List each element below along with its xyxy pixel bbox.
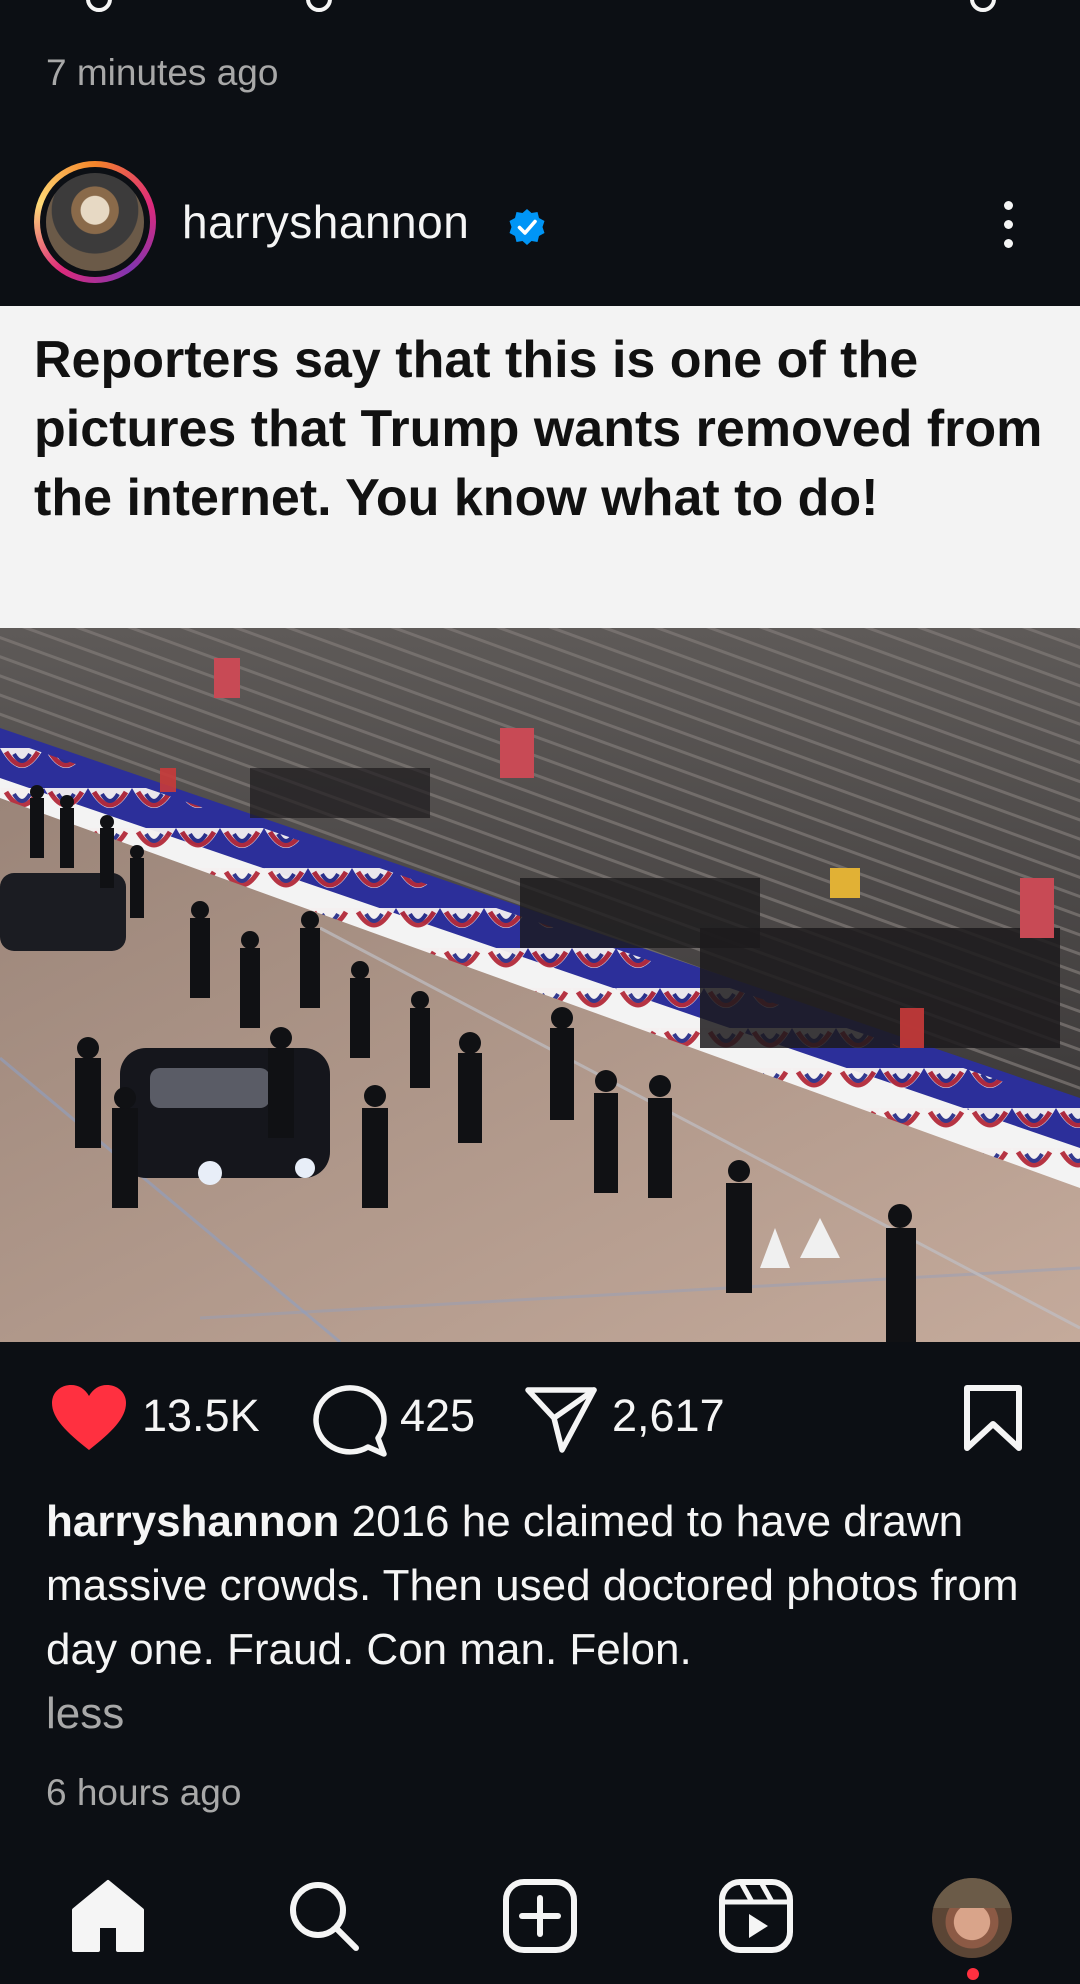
paper-plane-icon[interactable]: [524, 1384, 598, 1454]
user-avatar-story-ring[interactable]: [34, 161, 156, 283]
post-header: harryshannon: [0, 155, 1080, 295]
search-icon[interactable]: [284, 1876, 364, 1956]
more-options-icon[interactable]: [996, 197, 1020, 253]
previous-comment-icon[interactable]: [306, 0, 332, 12]
previous-heart-icon[interactable]: [86, 0, 112, 12]
heart-filled-icon[interactable]: [50, 1384, 128, 1452]
previous-post-action-bar: [0, 0, 1080, 14]
create-post-icon[interactable]: [500, 1876, 580, 1956]
like-count[interactable]: 13.5K: [142, 1390, 260, 1442]
comment-count[interactable]: 425: [400, 1390, 475, 1442]
bookmark-icon[interactable]: [962, 1384, 1024, 1454]
post-timestamp: 6 hours ago: [46, 1772, 242, 1813]
profile-avatar-icon[interactable]: [932, 1878, 1012, 1958]
avatar: [46, 173, 144, 271]
post-caption: harryshannon 2016 he claimed to have dra…: [46, 1490, 1046, 1746]
bottom-navigation: [0, 1866, 1080, 1984]
home-icon[interactable]: [68, 1876, 148, 1956]
verified-badge-icon: [509, 209, 545, 245]
reels-icon[interactable]: [716, 1876, 796, 1956]
post-media[interactable]: Reporters say that this is one of the pi…: [0, 306, 1080, 1342]
comment-bubble-icon[interactable]: [312, 1382, 388, 1458]
caption-less-toggle[interactable]: less: [46, 1682, 1046, 1746]
previous-bookmark-icon[interactable]: [970, 0, 996, 12]
post-action-bar: 13.5K 425 2,617: [0, 1372, 1080, 1462]
parade-photo: [0, 628, 1080, 1342]
previous-post-timestamp: 7 minutes ago: [46, 52, 279, 93]
share-count[interactable]: 2,617: [612, 1390, 725, 1442]
instagram-feed-screen: 7 minutes ago harryshannon Reporters say…: [0, 0, 1080, 1984]
post-username[interactable]: harryshannon: [182, 195, 469, 249]
caption-username[interactable]: harryshannon: [46, 1497, 339, 1546]
image-caption-text: Reporters say that this is one of the pi…: [34, 331, 1043, 527]
notification-dot: [967, 1968, 979, 1980]
